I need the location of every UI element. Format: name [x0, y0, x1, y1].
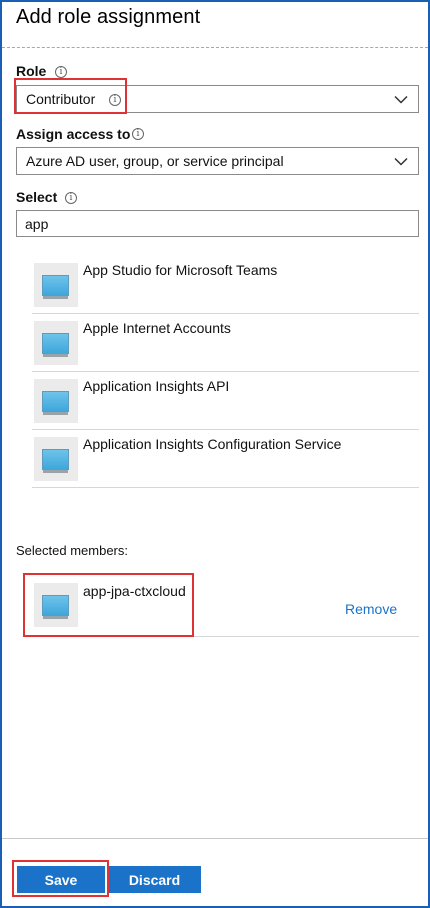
chevron-down-icon [394, 92, 408, 106]
footer-divider [2, 838, 428, 839]
info-icon[interactable]: i [55, 66, 67, 78]
result-name: Apple Internet Accounts [83, 320, 231, 336]
result-name: App Studio for Microsoft Teams [83, 262, 278, 278]
result-row[interactable]: App Studio for Microsoft Teams [32, 256, 419, 314]
panel-header: Add role assignment [2, 2, 428, 48]
remove-link[interactable]: Remove [345, 601, 397, 617]
save-highlight [12, 860, 109, 897]
assign-access-label: Assign access to [16, 126, 131, 142]
app-registration-icon [34, 263, 78, 307]
info-icon[interactable]: i [132, 128, 144, 140]
result-name: Application Insights API [83, 378, 230, 394]
role-label: Role [16, 63, 47, 79]
app-registration-icon [34, 379, 78, 423]
result-row[interactable]: Application Insights Configuration Servi… [32, 430, 419, 488]
result-row[interactable]: Application Insights API [32, 372, 419, 430]
app-registration-icon [34, 321, 78, 365]
app-registration-icon [34, 437, 78, 481]
result-name: Application Insights Configuration Servi… [83, 436, 342, 452]
role-highlight [14, 78, 127, 114]
chevron-down-icon [394, 154, 408, 168]
result-row[interactable]: Apple Internet Accounts [32, 314, 419, 372]
add-role-assignment-panel: Add role assignment Role i Contributor i… [0, 0, 430, 908]
selected-member-highlight [23, 573, 194, 637]
page-title: Add role assignment [16, 6, 201, 28]
assign-access-value: Azure AD user, group, or service princip… [26, 153, 284, 169]
discard-button[interactable]: Discard [108, 866, 201, 893]
assign-access-dropdown[interactable]: Azure AD user, group, or service princip… [16, 147, 419, 175]
selected-members-label: Selected members: [16, 543, 128, 558]
info-icon[interactable]: i [65, 192, 77, 204]
select-label: Select [16, 189, 58, 205]
select-search-input[interactable] [16, 210, 419, 237]
